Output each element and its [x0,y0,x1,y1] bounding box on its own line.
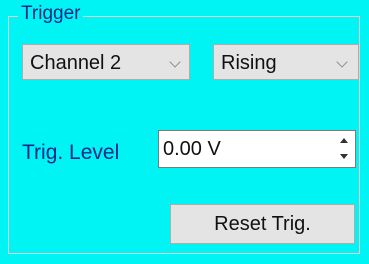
trig-level-label: Trig. Level [22,141,120,164]
edge-select-value: Rising [221,52,277,74]
chevron-down-icon [169,56,181,68]
arrow-up-icon [340,138,348,143]
spin-down-button[interactable] [335,149,353,165]
trigger-panel: Trigger Channel 2 Rising Trig. Level Res… [0,0,369,264]
spin-buttons [335,133,353,165]
channel-select[interactable]: Channel 2 [22,44,190,80]
reset-trig-button[interactable]: Reset Trig. [170,204,355,244]
trig-level-spinbox [158,130,356,168]
trig-level-input[interactable] [163,137,313,161]
channel-select-value: Channel 2 [30,52,122,74]
trigger-group-title: Trigger [18,3,84,25]
arrow-down-icon [340,154,348,159]
edge-select[interactable]: Rising [213,44,359,80]
chevron-down-icon [336,56,348,68]
spin-up-button[interactable] [335,133,353,149]
